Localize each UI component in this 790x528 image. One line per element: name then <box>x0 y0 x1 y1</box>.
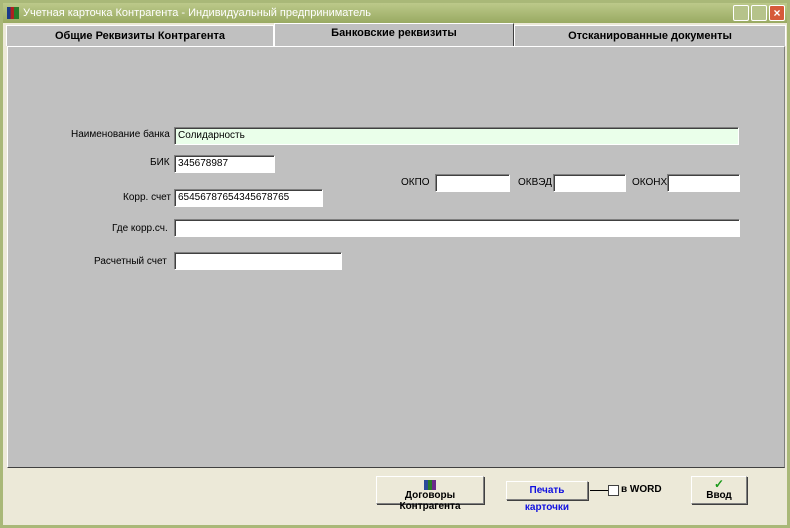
close-button[interactable]: × <box>769 5 785 21</box>
settlement-account-input[interactable] <box>174 252 342 270</box>
tab-general[interactable]: Общие Реквизиты Контрагента <box>6 25 274 46</box>
title-bar: Учетная карточка Контрагента - Индивидуа… <box>3 3 787 23</box>
corr-account-input[interactable]: 65456787654345678765 <box>174 189 323 207</box>
tab-scanned[interactable]: Отсканированные документы <box>514 25 786 46</box>
tab-bank[interactable]: Банковские реквизиты <box>274 23 514 46</box>
okonh-label: ОКОНХ <box>632 177 668 188</box>
enter-button-label: Ввод <box>706 490 732 501</box>
window-title: Учетная карточка Контрагента - Индивидуа… <box>23 7 371 19</box>
okpo-label: ОКПО <box>401 177 430 188</box>
bank-details-panel: Наименование банка Солидарность БИК 3456… <box>7 46 785 468</box>
okved-input[interactable] <box>553 174 626 192</box>
enter-button[interactable]: ✓ Ввод <box>691 476 747 504</box>
corr-where-label: Где корр.сч. <box>112 223 168 234</box>
bik-input[interactable]: 345678987 <box>174 155 275 173</box>
bik-label: БИК <box>150 157 170 168</box>
checkmark-icon: ✓ <box>713 477 725 491</box>
corr-account-label: Корр. счет <box>123 192 171 203</box>
books-icon <box>424 480 436 490</box>
print-card-button[interactable]: Печать карточки <box>506 481 588 513</box>
contracts-button-label: Договоры Контрагента <box>399 490 461 512</box>
minimize-button[interactable] <box>733 5 749 21</box>
connector-line <box>590 490 608 491</box>
okonh-input[interactable] <box>667 174 740 192</box>
maximize-button[interactable] <box>751 5 767 21</box>
contracts-button[interactable]: Договоры Контрагента <box>376 476 484 512</box>
okved-label: ОКВЭД <box>518 177 552 188</box>
app-icon <box>7 7 19 19</box>
settlement-account-label: Расчетный счет <box>94 256 167 267</box>
bank-name-label: Наименование банка <box>71 129 170 140</box>
main-window: Учетная карточка Контрагента - Индивидуа… <box>0 0 790 528</box>
word-checkbox[interactable] <box>608 485 619 496</box>
corr-where-input[interactable] <box>174 219 740 237</box>
tab-bar: Общие Реквизиты Контрагента Банковские р… <box>6 23 786 46</box>
bank-name-input[interactable]: Солидарность <box>174 127 739 145</box>
word-checkbox-label: в WORD <box>621 484 662 495</box>
okpo-input[interactable] <box>435 174 510 192</box>
